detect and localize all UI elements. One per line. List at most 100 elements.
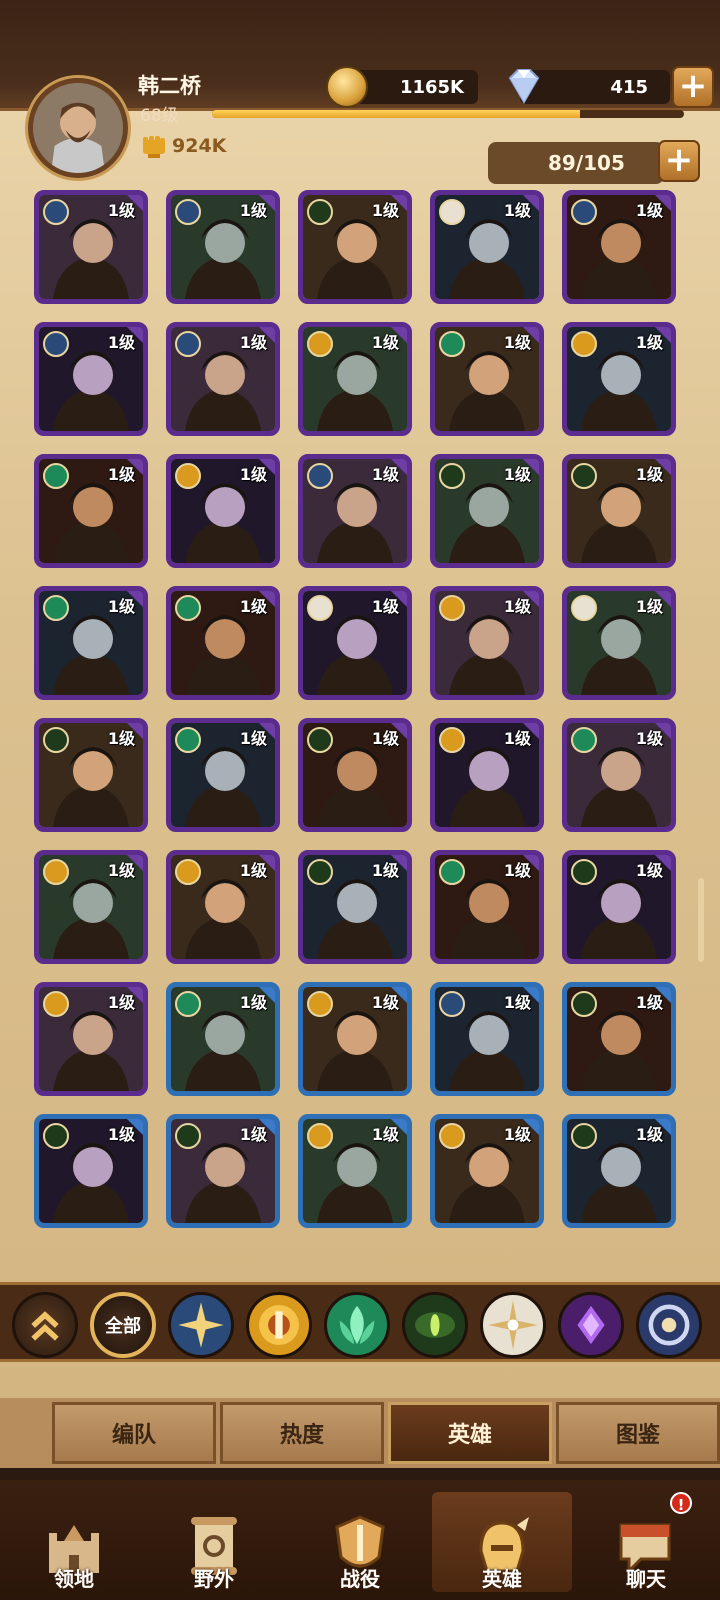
hero-card[interactable]: 1级: [298, 850, 412, 964]
nav-territory-label: 领地: [54, 1567, 94, 1591]
hero-card[interactable]: 1级: [166, 718, 280, 832]
hero-card[interactable]: 1级: [166, 586, 280, 700]
hero-card[interactable]: 1级: [562, 1114, 676, 1228]
wilder-faction-icon: [439, 859, 465, 885]
filter-lightbearer-button[interactable]: [168, 1292, 234, 1358]
tab-popularity[interactable]: 热度: [220, 1402, 384, 1464]
hero-level: 1级: [239, 993, 267, 1012]
hero-card[interactable]: 1级: [562, 718, 676, 832]
scrollbar-thumb[interactable]: [698, 878, 704, 962]
nav-wilderness[interactable]: 野外: [144, 1492, 284, 1592]
hero-card[interactable]: 1级: [166, 982, 280, 1096]
wilder-faction-icon: [175, 595, 201, 621]
hero-level: 1级: [635, 861, 663, 880]
filter-all-button[interactable]: 全部: [90, 1292, 156, 1358]
filter-hypogean-button[interactable]: [558, 1292, 624, 1358]
gold-coin-icon: [326, 66, 368, 108]
hero-card[interactable]: 1级: [34, 850, 148, 964]
hero-card[interactable]: 1级: [34, 718, 148, 832]
hero-card[interactable]: 1级: [298, 322, 412, 436]
nav-campaign[interactable]: 战役: [290, 1492, 430, 1592]
nav-chat-label: 聊天: [626, 1567, 666, 1591]
player-name: 韩二桥: [138, 74, 201, 98]
hero-level: 1级: [503, 201, 531, 220]
hero-card[interactable]: 1级: [562, 322, 676, 436]
hero-level: 1级: [371, 729, 399, 748]
graveborn-faction-icon: [571, 1123, 597, 1149]
hero-card[interactable]: 1级: [298, 586, 412, 700]
hero-card[interactable]: 1级: [430, 586, 544, 700]
collapse-filter-button[interactable]: [12, 1292, 78, 1358]
tab-heroes[interactable]: 英雄: [388, 1402, 552, 1464]
hero-level: 1级: [107, 597, 135, 616]
filter-celestial-button[interactable]: [480, 1292, 546, 1358]
mauler-faction-icon: [175, 463, 201, 489]
hero-card[interactable]: 1级: [166, 850, 280, 964]
hero-card[interactable]: 1级: [430, 982, 544, 1096]
wilder-faction-icon: [43, 595, 69, 621]
player-level: 68级: [140, 106, 179, 126]
wilder-faction-icon: [43, 463, 69, 489]
expand-roster-button[interactable]: +: [658, 140, 700, 182]
filter-wilder-button[interactable]: [324, 1292, 390, 1358]
hero-card[interactable]: 1级: [430, 850, 544, 964]
hero-subtabs: 编队 热度 英雄 图鉴: [0, 1398, 720, 1468]
player-avatar[interactable]: [28, 78, 128, 178]
hero-card[interactable]: 1级: [430, 190, 544, 304]
hero-level: 1级: [503, 1125, 531, 1144]
hero-level: 1级: [371, 993, 399, 1012]
hero-card[interactable]: 1级: [562, 454, 676, 568]
wilder-faction-icon: [175, 991, 201, 1017]
hero-card[interactable]: 1级: [298, 718, 412, 832]
nav-chat[interactable]: 聊天 !: [576, 1492, 716, 1592]
hero-level: 1级: [635, 465, 663, 484]
tab-collection[interactable]: 图鉴: [556, 1402, 720, 1464]
hero-card[interactable]: 1级: [166, 190, 280, 304]
hero-card[interactable]: 1级: [298, 982, 412, 1096]
hero-card[interactable]: 1级: [430, 322, 544, 436]
hero-card[interactable]: 1级: [430, 718, 544, 832]
hero-level: 1级: [239, 597, 267, 616]
tab-formation[interactable]: 编队: [52, 1402, 216, 1464]
hero-level: 1级: [107, 201, 135, 220]
fist-icon: [143, 136, 165, 158]
hero-level: 1级: [239, 333, 267, 352]
hero-card[interactable]: 1级: [34, 586, 148, 700]
hero-level: 1级: [503, 861, 531, 880]
hero-card[interactable]: 1级: [562, 586, 676, 700]
gem-value: 415: [610, 76, 648, 98]
hero-card[interactable]: 1级: [430, 1114, 544, 1228]
filter-graveborn-button[interactable]: [402, 1292, 468, 1358]
hero-card[interactable]: 1级: [298, 454, 412, 568]
hero-card[interactable]: 1级: [34, 982, 148, 1096]
hero-level: 1级: [503, 333, 531, 352]
nav-heroes[interactable]: 英雄: [432, 1492, 572, 1592]
mauler-faction-icon: [307, 991, 333, 1017]
nav-territory[interactable]: 领地: [4, 1492, 144, 1592]
filter-dimensional-button[interactable]: [636, 1292, 702, 1358]
mauler-faction-icon: [571, 331, 597, 357]
hero-card[interactable]: 1级: [34, 1114, 148, 1228]
hero-card[interactable]: 1级: [34, 322, 148, 436]
filter-mauler-button[interactable]: [246, 1292, 312, 1358]
buy-gems-button[interactable]: +: [672, 66, 714, 108]
hero-level: 1级: [107, 861, 135, 880]
mauler-faction-icon: [439, 727, 465, 753]
hero-card[interactable]: 1级: [166, 454, 280, 568]
graveborn-faction-icon: [307, 199, 333, 225]
hero-card[interactable]: 1级: [34, 190, 148, 304]
hero-card[interactable]: 1级: [34, 454, 148, 568]
graveborn-faction-icon: [571, 463, 597, 489]
hero-card[interactable]: 1级: [298, 190, 412, 304]
hero-card[interactable]: 1级: [430, 454, 544, 568]
diamond-icon: [508, 69, 540, 104]
hero-card[interactable]: 1级: [562, 982, 676, 1096]
hero-card[interactable]: 1级: [166, 322, 280, 436]
hero-card[interactable]: 1级: [298, 1114, 412, 1228]
hero-level: 1级: [503, 465, 531, 484]
hero-card[interactable]: 1级: [562, 190, 676, 304]
hero-card[interactable]: 1级: [562, 850, 676, 964]
mauler-faction-icon: [439, 1123, 465, 1149]
hero-card[interactable]: 1级: [166, 1114, 280, 1228]
celestial-gold-faction-icon: [307, 463, 333, 489]
